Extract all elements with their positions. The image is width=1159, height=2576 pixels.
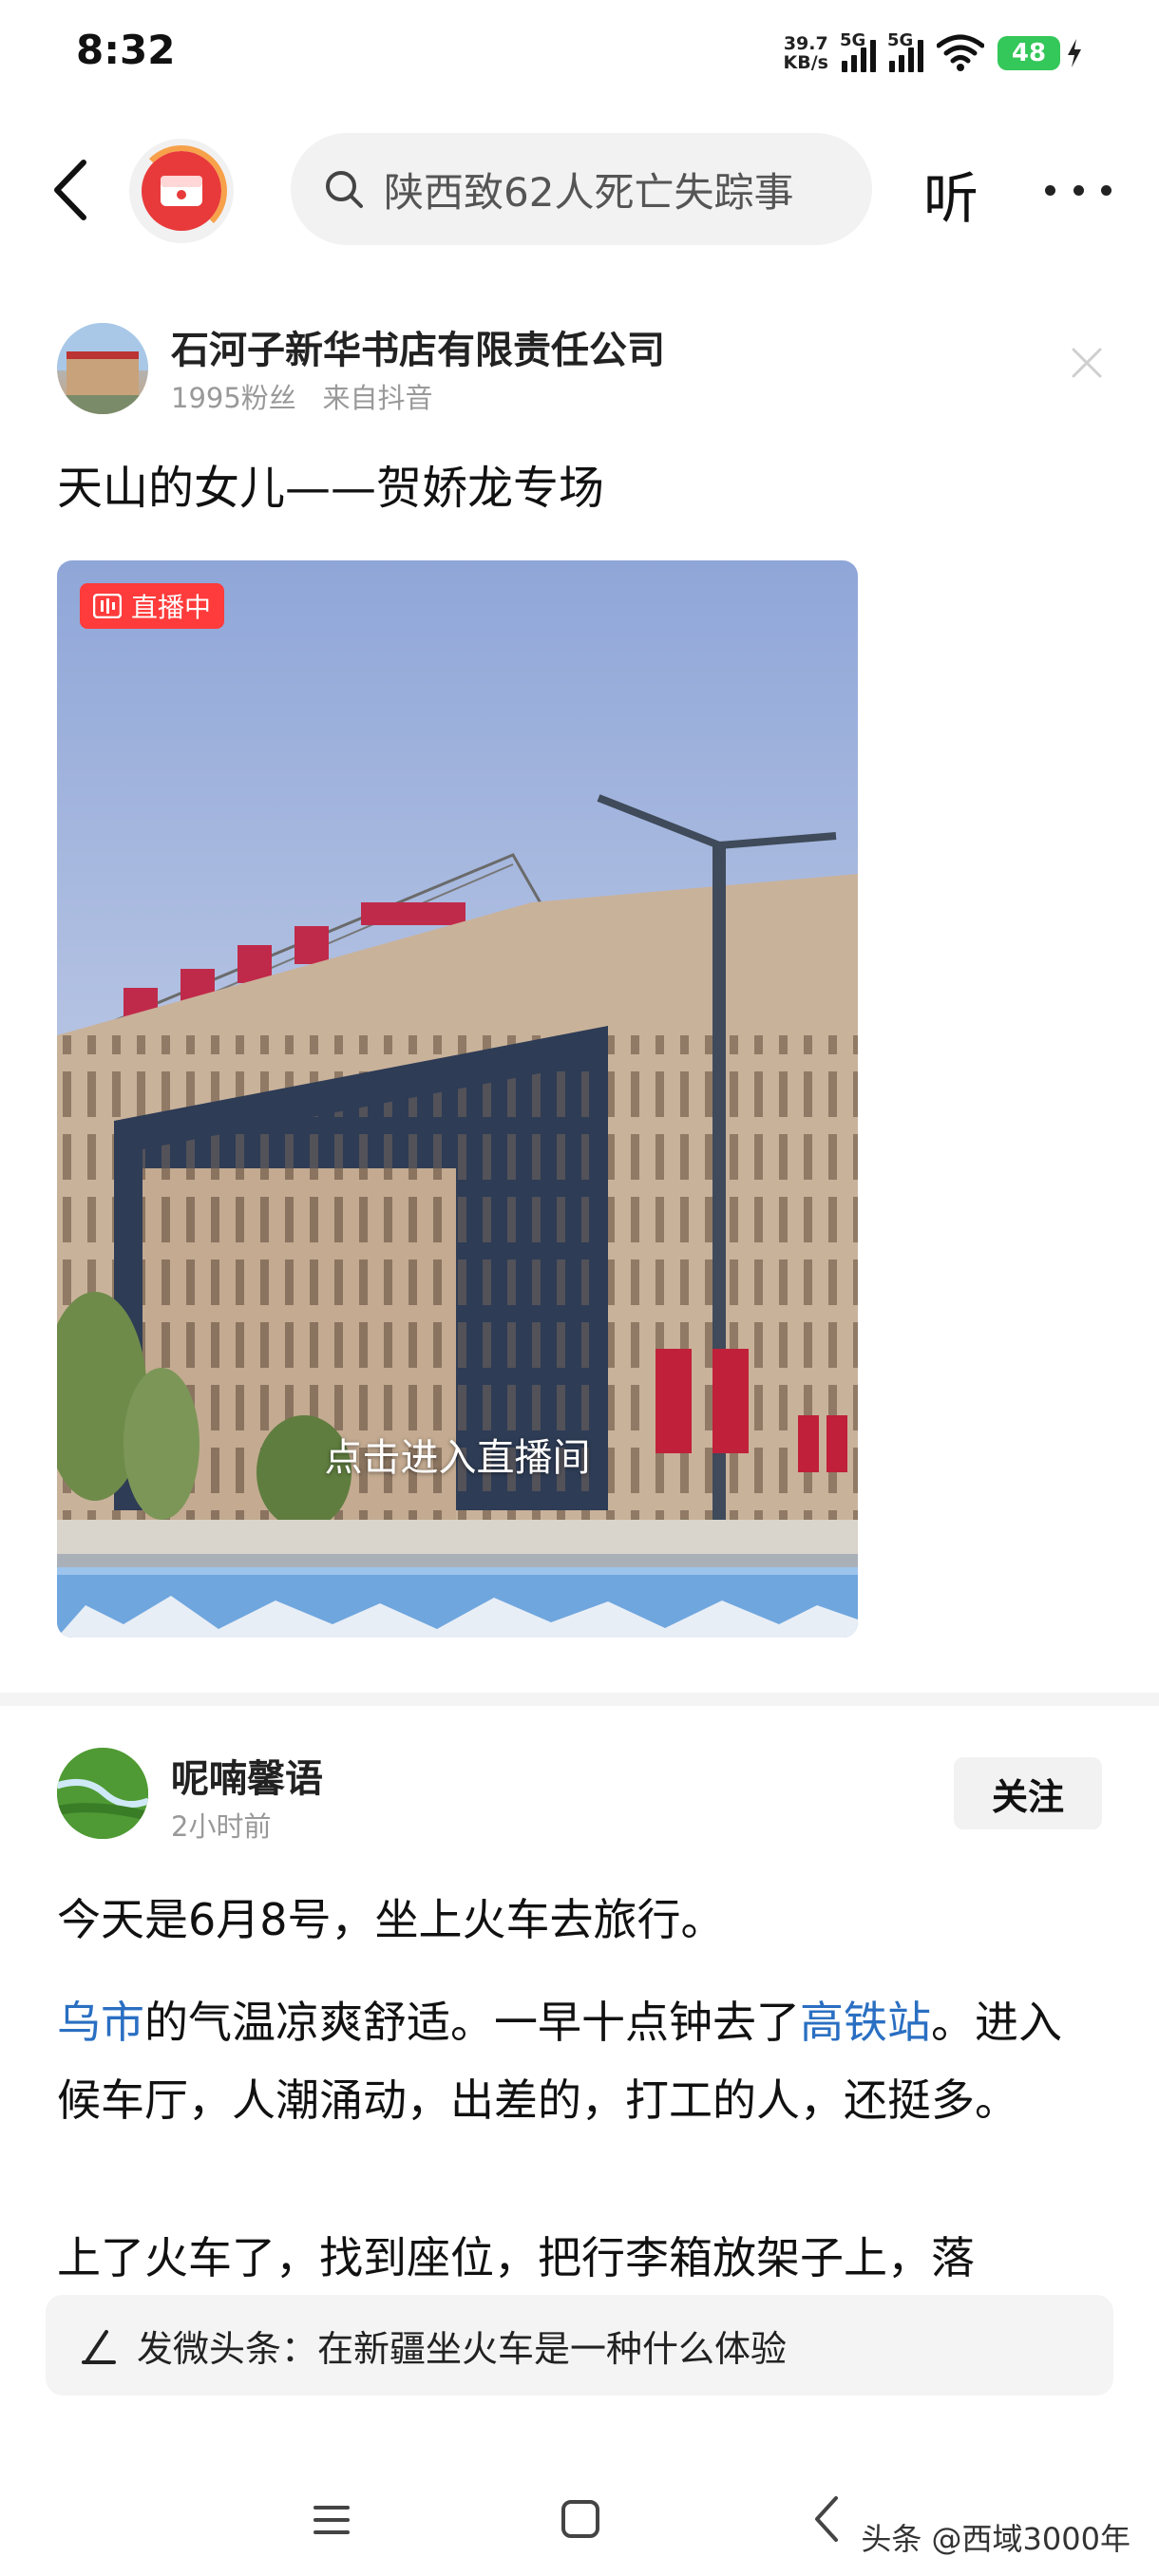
system-back-icon[interactable] [809,2492,844,2546]
search-input[interactable]: 陕西致62人死亡失踪事 [291,133,872,245]
author-name[interactable]: 呢喃馨语 [171,1748,323,1803]
post-time: 2小时前 [171,1810,272,1843]
system-nav-bar: 头条 @西域3000年 [0,2470,1159,2576]
live-video-thumbnail[interactable]: 直播中 点击进入直播间 [57,560,858,1638]
pen-icon [82,2330,116,2364]
charging-icon [1068,39,1081,67]
menu-icon[interactable] [310,2498,353,2542]
listen-button[interactable]: 听 [923,154,978,234]
signal-icon-sim2: 5G [887,30,923,72]
status-bar: 8:32 39.7 KB/s 5G 5G 48 [0,0,1159,104]
close-icon[interactable] [1068,344,1106,382]
search-icon [326,171,363,208]
follow-button[interactable]: 关注 [954,1757,1102,1829]
battery-indicator: 48 [998,36,1083,70]
avatar[interactable] [57,1748,148,1839]
compose-prompt: 发微头条：在新疆坐火车是一种什么体验 [137,2327,788,2370]
top-nav: 陕西致62人死亡失踪事 听 [0,133,1159,247]
app-logo[interactable] [129,139,234,243]
section-divider [0,1693,1159,1706]
back-arrow-icon[interactable] [48,157,95,223]
status-icons: 39.7 KB/s 5G 5G 48 [784,27,1083,80]
post-title[interactable]: 天山的女儿——贺娇龙专场 [57,450,604,517]
follower-count: 1995粉丝 [171,382,296,414]
post-paragraph: 今天是6月8号，坐上火车去旅行。 [57,1894,725,1945]
keyword-link-wushi[interactable]: 乌市 [57,1997,144,2048]
keyword-link-station[interactable]: 高铁站 [800,1997,931,2048]
watermark: 头条 @西域3000年 [861,2521,1130,2557]
post-source: 来自抖音 [322,382,433,414]
signal-icon-sim1: 5G [840,30,876,72]
paragraph-text: 上了火车了，找到座位，把行李箱放架子上，落 [57,2232,975,2283]
author-name[interactable]: 石河子新华书店有限责任公司 [171,319,665,374]
compose-post-bar[interactable]: 发微头条：在新疆坐火车是一种什么体验 [46,2295,1113,2396]
live-bars-icon [93,594,122,618]
paragraph-text: 的气温凉爽舒适。一早十点钟去了 [144,1997,800,2048]
net-speed-value: 39.7 [783,33,828,54]
search-placeholder: 陕西致62人死亡失踪事 [384,168,794,216]
avatar[interactable] [57,323,148,414]
battery-level: 48 [998,36,1060,70]
author-meta: 1995粉丝 来自抖音 [171,376,432,416]
live-badge-label: 直播中 [131,592,212,623]
post-paragraph-truncated: 上了火车了，找到座位，把行李箱放架子上，落 [57,2232,1102,2283]
live-badge: 直播中 [80,583,225,629]
post-paragraph: 乌市的气温凉爽舒适。一早十点钟去了高铁站。进入候车厅，人潮涌动，出差的，打工的人… [57,1983,1102,2139]
net-speed-unit: KB/s [783,52,828,73]
wifi-icon [937,34,984,71]
home-icon[interactable] [559,2496,602,2542]
toutiao-logo-icon [136,145,227,237]
status-time: 8:32 [76,27,176,73]
sim2-label: 5G [887,30,914,50]
more-options-icon[interactable] [1045,161,1112,218]
network-speed: 39.7 KB/s [784,34,828,72]
sim1-label: 5G [840,30,866,50]
enter-live-room-label[interactable]: 点击进入直播间 [57,1427,858,1482]
